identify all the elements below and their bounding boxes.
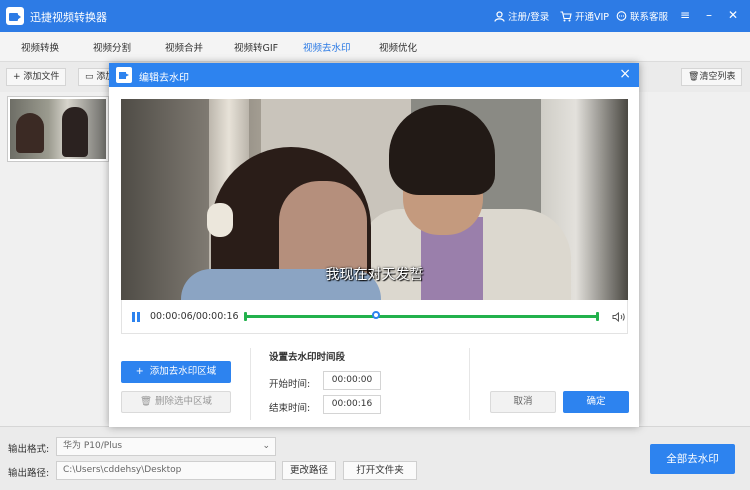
tab-video-convert[interactable]: 视频转换 <box>21 40 59 54</box>
vip-label: 开通VIP <box>575 12 610 23</box>
playhead-knob[interactable] <box>372 311 380 319</box>
video-subtitle: 我现在对天发誓 <box>325 267 424 283</box>
delete-selected-region-button[interactable]: 🗑 删除选中区域 <box>121 391 231 413</box>
menu-icon[interactable]: ≡ <box>678 8 692 22</box>
trash-icon: 🗑 <box>688 72 700 82</box>
cart-icon <box>560 10 572 21</box>
output-format-label: 输出格式: <box>8 444 50 455</box>
minimize-icon[interactable]: – <box>702 8 716 22</box>
timeline-end-handle[interactable] <box>596 312 599 321</box>
chevron-down-icon: ⌄ <box>262 441 270 451</box>
title-bar: 迅捷视频转换器 注册/登录 开通VIP 联系客服 ≡ – ✕ <box>0 0 750 32</box>
vip-link[interactable]: 开通VIP <box>560 9 609 23</box>
tab-video-optimize[interactable]: 视频优化 <box>379 40 417 54</box>
add-file-label: 添加文件 <box>23 72 60 82</box>
open-folder-button[interactable]: 打开文件夹 <box>343 461 417 480</box>
confirm-button[interactable]: 确定 <box>563 391 629 413</box>
change-path-button[interactable]: 更改路径 <box>282 461 336 480</box>
trash-icon: 🗑 <box>139 396 156 407</box>
video-thumbnail[interactable] <box>7 96 109 162</box>
clear-list-label: 清空列表 <box>699 72 736 82</box>
add-folder-label: 添加文件夹 <box>96 72 109 82</box>
customer-service-link[interactable]: 联系客服 <box>616 9 668 23</box>
plus-icon: + <box>13 72 24 82</box>
tab-video-merge[interactable]: 视频合并 <box>165 40 203 54</box>
add-region-label: 添加去水印区域 <box>149 366 217 377</box>
edit-watermark-dialog: 编辑去水印 × 我现在对天发誓 00:00:06/00:00:16 + 添加去水… <box>109 63 639 427</box>
tab-video-to-gif[interactable]: 视频转GIF <box>234 40 278 54</box>
register-login-label: 注册/登录 <box>508 12 550 23</box>
divider <box>250 348 251 420</box>
close-icon[interactable]: ✕ <box>726 8 740 22</box>
pause-icon[interactable] <box>132 312 140 322</box>
user-icon <box>494 10 505 22</box>
function-tabs: 视频转换 视频分割 视频合并 视频转GIF 视频去水印 视频优化 <box>0 32 750 62</box>
dialog-close-icon[interactable]: × <box>619 66 631 82</box>
app-logo-icon <box>6 7 24 25</box>
add-watermark-region-button[interactable]: + 添加去水印区域 <box>121 361 231 383</box>
tab-remove-watermark[interactable]: 视频去水印 <box>303 40 351 54</box>
customer-service-label: 联系客服 <box>630 12 669 23</box>
chat-icon <box>616 10 627 21</box>
output-path-field[interactable]: C:\Users\cddehsy\Desktop <box>56 461 276 480</box>
start-time-label: 开始时间: <box>269 379 311 390</box>
cancel-button[interactable]: 取消 <box>490 391 556 413</box>
dialog-header: 编辑去水印 × <box>109 63 639 87</box>
timeline-track[interactable] <box>246 315 598 318</box>
remove-all-watermark-button[interactable]: 全部去水印 <box>650 444 735 474</box>
register-login-link[interactable]: 注册/登录 <box>494 9 549 23</box>
output-format-select[interactable]: 华为 P10/Plus ⌄ <box>56 437 276 456</box>
divider <box>469 348 470 420</box>
time-section-title: 设置去水印时间段 <box>269 352 346 363</box>
video-preview[interactable]: 我现在对天发誓 <box>121 99 628 300</box>
plus-icon: + <box>135 366 150 377</box>
timeline-start-handle[interactable] <box>244 312 247 321</box>
add-folder-button[interactable]: ▭ 添加文件夹 <box>78 68 110 86</box>
end-time-label: 结束时间: <box>269 403 311 414</box>
playback-time: 00:00:06/00:00:16 <box>150 311 239 322</box>
tab-video-split[interactable]: 视频分割 <box>93 40 131 54</box>
app-title: 迅捷视频转换器 <box>30 11 107 24</box>
dialog-title: 编辑去水印 <box>139 73 189 84</box>
volume-icon[interactable] <box>612 312 626 322</box>
thumbnail-image <box>10 99 106 159</box>
bottom-bar <box>0 426 750 490</box>
add-file-button[interactable]: + 添加文件 <box>6 68 67 86</box>
clear-list-button[interactable]: 🗑清空列表 <box>681 68 743 86</box>
video-icon <box>116 67 132 83</box>
end-time-input[interactable]: 00:00:16 <box>323 395 381 414</box>
output-format-value: 华为 P10/Plus <box>63 441 123 451</box>
delete-region-label: 删除选中区域 <box>155 396 213 407</box>
playback-controls: 00:00:06/00:00:16 <box>121 300 628 334</box>
folder-icon: ▭ <box>85 72 97 82</box>
start-time-input[interactable]: 00:00:00 <box>323 371 381 390</box>
output-path-label: 输出路径: <box>8 468 50 479</box>
